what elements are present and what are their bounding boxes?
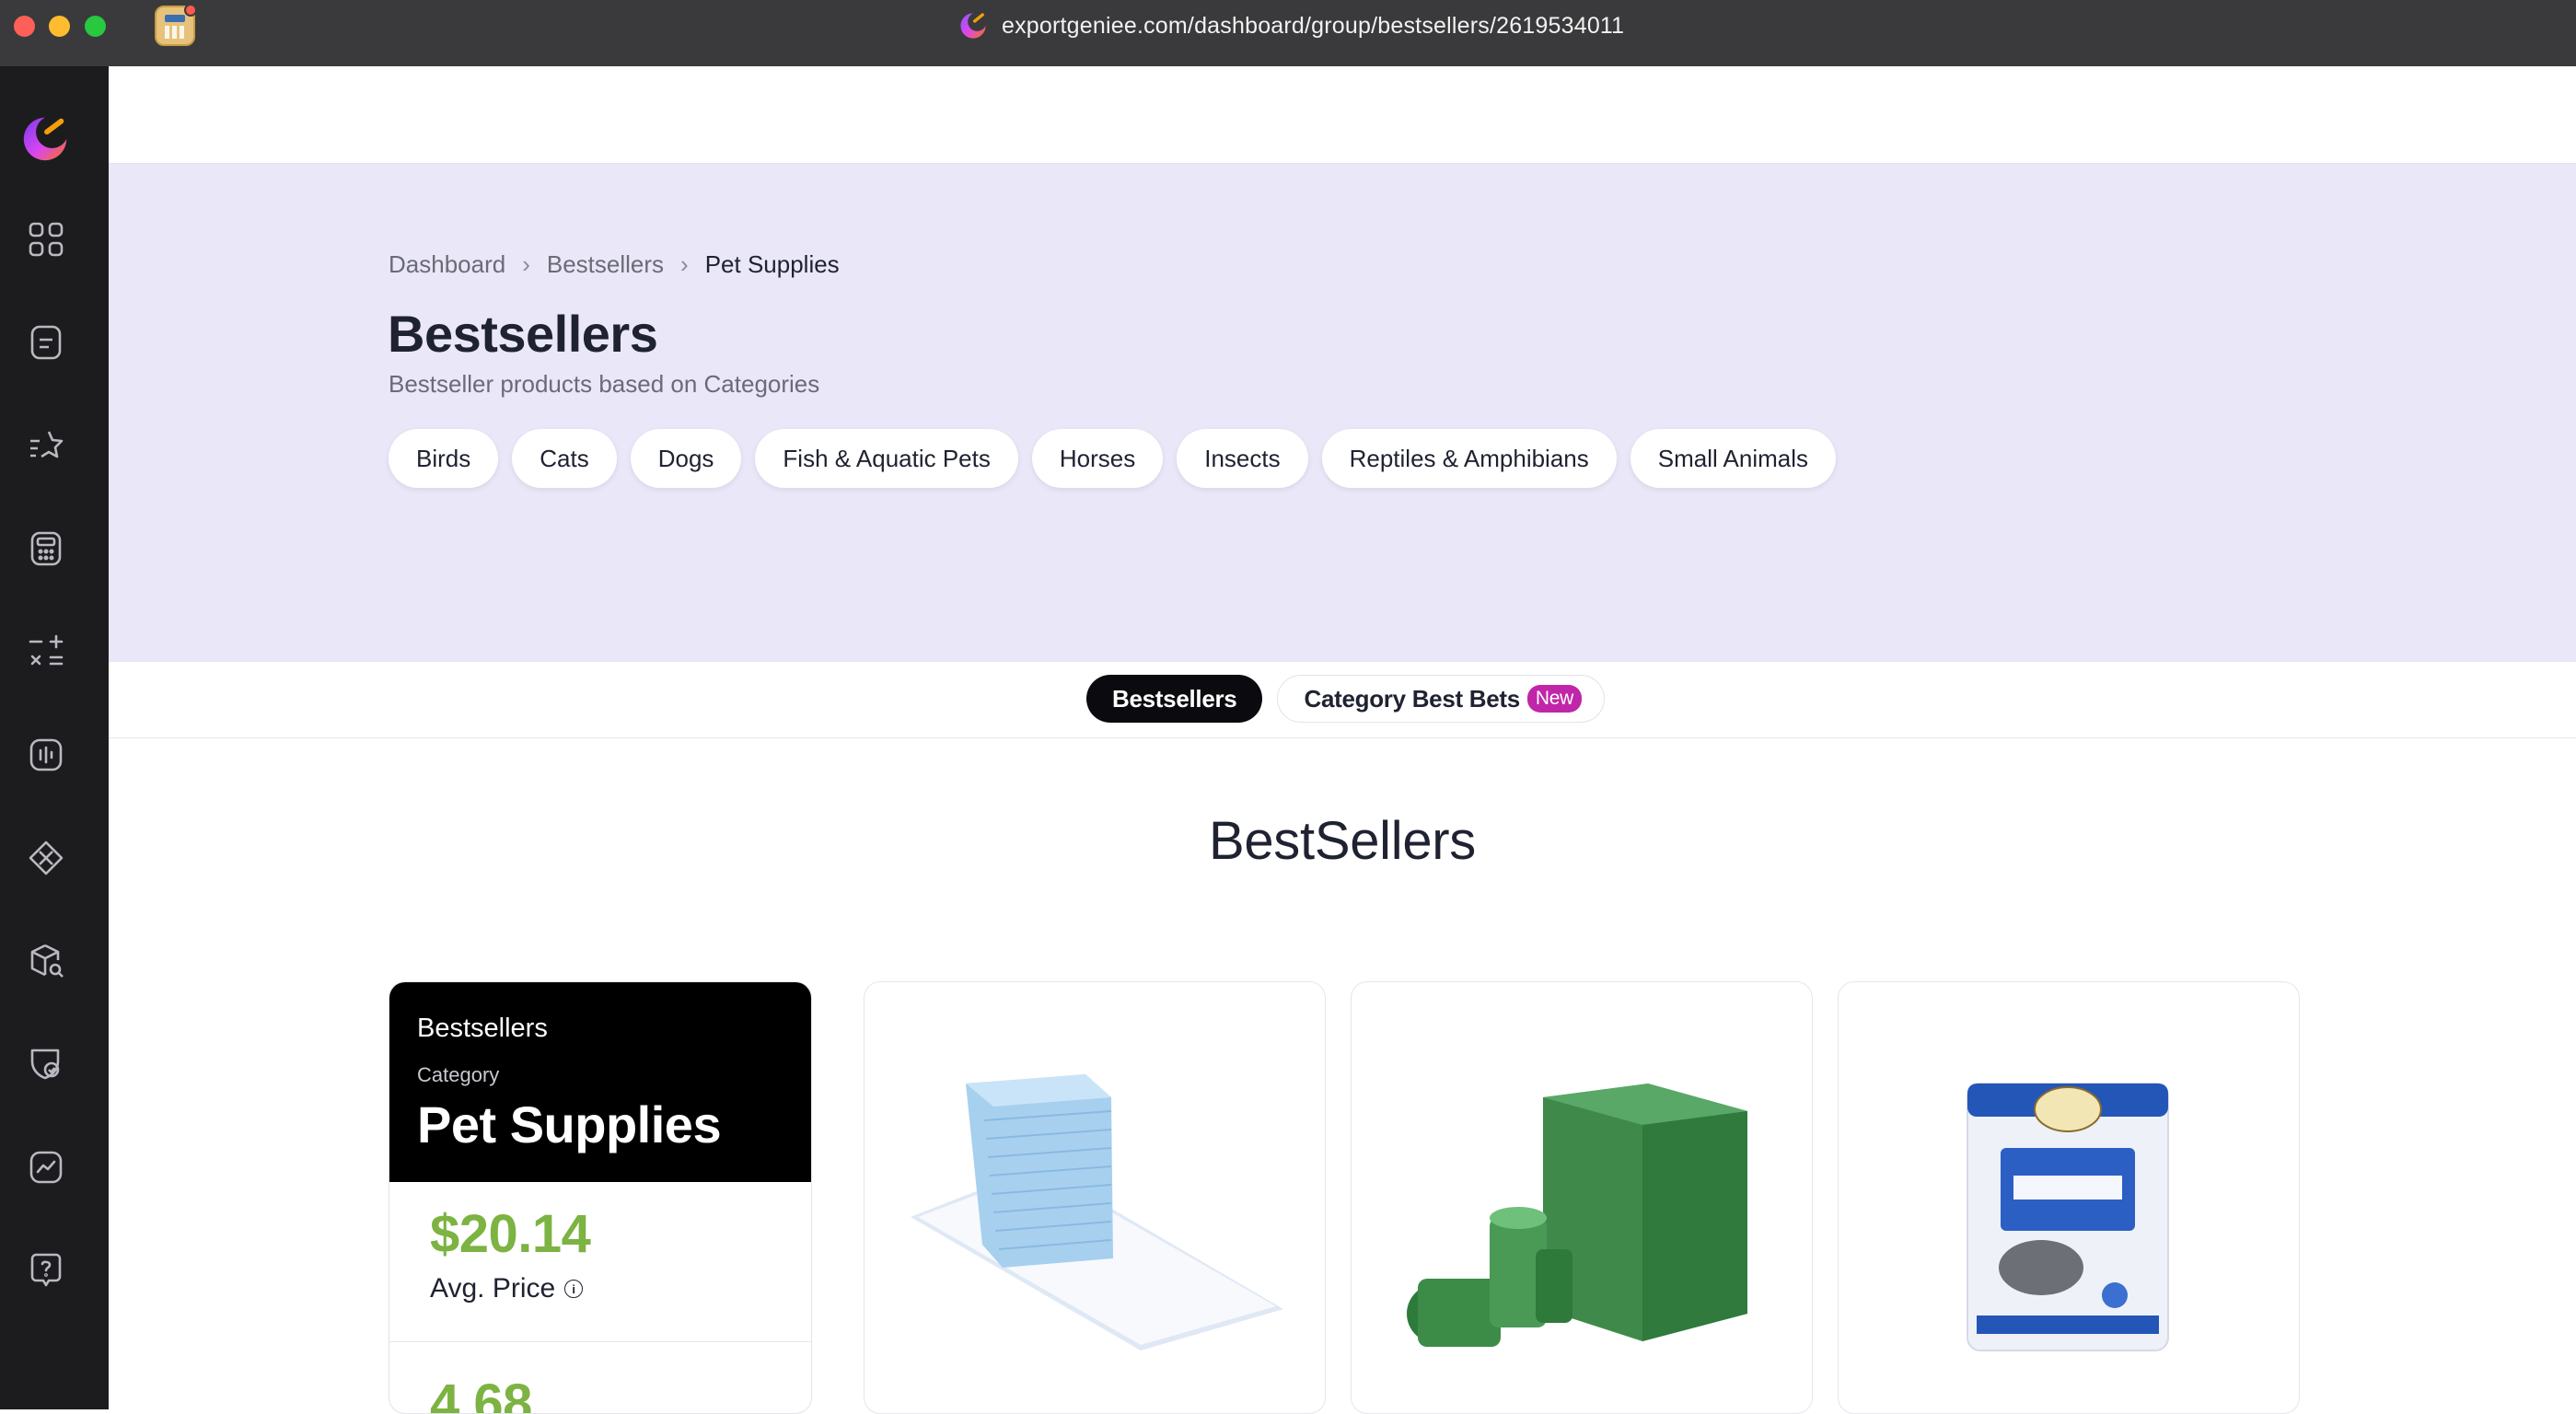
chevron-right-icon: › [522, 250, 530, 278]
info-icon[interactable]: i [564, 1280, 584, 1298]
new-badge: New [1526, 685, 1583, 713]
calculator-icon[interactable] [26, 528, 66, 569]
document-icon[interactable] [26, 322, 66, 363]
trend-icon[interactable] [26, 1147, 66, 1188]
avg-price-label: Avg. Price [430, 1273, 556, 1304]
chip-insects[interactable]: Insects [1177, 429, 1308, 488]
zoom-window-button[interactable] [85, 16, 106, 37]
top-header-strip [109, 66, 2576, 164]
chip-dogs[interactable]: Dogs [630, 429, 742, 488]
tab-bestsellers[interactable]: Bestsellers [1086, 675, 1263, 723]
calculator-app-icon[interactable] [155, 4, 197, 46]
breadcrumb-current: Pet Supplies [704, 250, 840, 278]
chip-birds[interactable]: Birds [389, 429, 499, 488]
tab-category-best-bets[interactable]: Category Best Bets New [1277, 675, 1606, 723]
product-image-cat-litter [1967, 1083, 2169, 1351]
help-icon[interactable] [26, 1250, 66, 1291]
avg-rating-value: 4.68 [430, 1373, 532, 1414]
product-card[interactable] [1838, 981, 2300, 1414]
url-text: exportgeniee.com/dashboard/group/bestsel… [1002, 12, 1625, 39]
sidebar [0, 66, 109, 1409]
page-subtitle: Bestseller products based on Categories [389, 370, 820, 398]
chip-fish-aquatic-pets[interactable]: Fish & Aquatic Pets [755, 429, 1018, 488]
tab-bestsellers-label: Bestsellers [1112, 684, 1237, 713]
address-bar[interactable]: exportgeniee.com/dashboard/group/bestsel… [957, 7, 1624, 44]
chip-horses[interactable]: Horses [1031, 429, 1164, 488]
product-card[interactable] [1351, 981, 1813, 1414]
page-title: Bestsellers [388, 305, 658, 363]
app-logo-icon[interactable] [18, 112, 72, 166]
chevron-right-icon: › [680, 250, 689, 278]
chip-cats[interactable]: Cats [512, 429, 617, 488]
tab-bar: Bestsellers Category Best Bets New [109, 661, 2576, 738]
summary-category: Pet Supplies [417, 1095, 722, 1153]
section-title: BestSellers [1208, 811, 1477, 871]
view-toggle: Bestsellers Category Best Bets New [1086, 675, 1606, 723]
divider [389, 1341, 811, 1342]
grid-icon[interactable] [26, 219, 66, 260]
browser-titlebar: exportgeniee.com/dashboard/group/bestsel… [0, 0, 2576, 66]
breadcrumb-bestsellers[interactable]: Bestsellers [547, 250, 664, 279]
site-logo-icon [960, 13, 986, 39]
chart-bars-icon[interactable] [26, 735, 66, 775]
hero-section: Dashboard › Bestsellers › Pet Supplies B… [109, 164, 2576, 661]
avg-price-label-row: Avg. Price i [430, 1273, 584, 1304]
avg-price-value: $20.14 [430, 1204, 591, 1264]
product-image-poop-bags [1407, 1084, 1747, 1347]
box-search-icon[interactable] [26, 941, 66, 981]
breadcrumb-dashboard[interactable]: Dashboard [389, 250, 505, 279]
operations-icon[interactable] [26, 632, 66, 672]
close-window-button[interactable] [14, 16, 35, 37]
chip-small-animals[interactable]: Small Animals [1630, 429, 1837, 488]
minimize-window-button[interactable] [49, 16, 70, 37]
breadcrumb: Dashboard › Bestsellers › Pet Supplies [389, 250, 840, 279]
category-chips: Birds Cats Dogs Fish & Aquatic Pets Hors… [389, 429, 1837, 488]
diamond-icon[interactable] [26, 838, 66, 878]
chip-reptiles-amphibians[interactable]: Reptiles & Amphibians [1321, 429, 1617, 488]
summary-label: Bestsellers [417, 1014, 548, 1043]
summary-header: Bestsellers Category Pet Supplies [389, 982, 811, 1182]
category-summary-card: Bestsellers Category Pet Supplies $20.14… [389, 981, 812, 1414]
star-icon[interactable] [26, 425, 66, 466]
shield-check-icon[interactable] [26, 1044, 66, 1084]
tab-category-best-bets-label: Category Best Bets [1304, 684, 1520, 713]
product-image-pee-pads [911, 1074, 1283, 1350]
summary-category-label: Category [417, 1063, 500, 1086]
product-card[interactable] [864, 981, 1326, 1414]
